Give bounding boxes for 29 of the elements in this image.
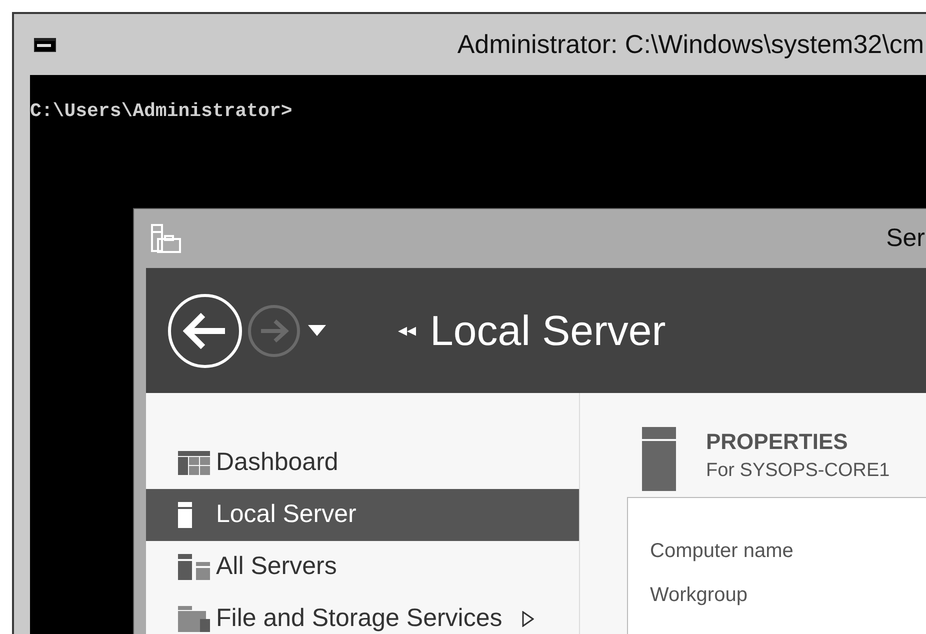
servers-icon [178,554,210,580]
grid-icon [178,451,210,475]
nav-item[interactable]: All Servers [146,541,579,593]
server-icon [178,502,192,528]
nav-item[interactable]: Dashboard [146,437,579,489]
nav-item[interactable]: File and Storage Services [146,593,579,634]
expand-arrow-icon[interactable] [522,611,534,627]
nav-item[interactable]: Local Server [146,489,579,541]
nav-label: Dashboard [216,447,338,478]
section-title: PROPERTIES [706,428,849,456]
property-label: Workgroup [650,583,748,608]
window-title: Administrator: C:\Windows\system32\cm [457,28,924,61]
dropdown-icon[interactable] [308,325,326,336]
nav-label: All Servers [216,551,337,582]
property-label: Computer name [650,539,794,564]
back-button[interactable] [168,294,242,368]
nav-label: Local Server [216,499,356,530]
folder-icon [178,606,210,632]
arrow-left-icon [183,312,227,348]
nav-label: File and Storage Services [216,603,502,634]
page-heading: Local Server [430,306,666,356]
server-icon [642,427,676,491]
command-prompt: C:\Users\Administrator> [30,99,294,124]
breadcrumb-marker: ◂◂ [398,319,416,342]
window-title: Ser [886,222,925,254]
toolbox-icon [150,222,182,254]
console-icon [34,38,56,52]
arrow-right-icon [259,318,289,342]
section-subtitle: For SYSOPS-CORE1 [706,459,890,483]
